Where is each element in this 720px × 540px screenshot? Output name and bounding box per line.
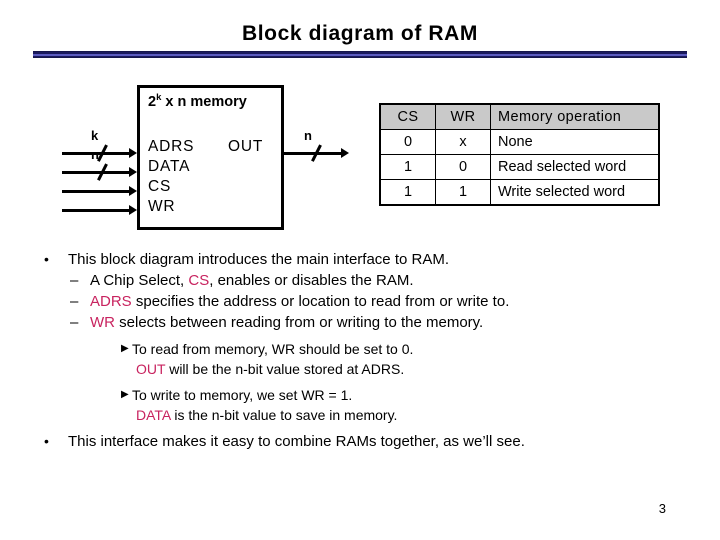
bullet-marker-level3: ▶ [121, 343, 129, 354]
cell-cs: 1 [379, 154, 436, 180]
memory-size-base: 2 [148, 94, 157, 110]
bullet-marker-level3: ▶ [121, 389, 129, 400]
cell-cs: 1 [379, 179, 436, 206]
title-divider [33, 51, 687, 58]
bullet-level3-read: ▶ To read from memory, WR should be set … [0, 339, 720, 359]
bullet-text-post: is the n-bit value to save in memory. [170, 407, 398, 423]
bullet-text: To read from memory, WR should be set to… [132, 341, 414, 357]
bullet-text: This interface makes it easy to combine … [68, 433, 525, 450]
bullet-level3-read-continuation: OUT will be the n-bit value stored at AD… [0, 359, 720, 379]
wire-out [284, 152, 346, 155]
bullet-marker-level2: – [70, 314, 79, 331]
cell-wr: x [435, 129, 491, 155]
bullet-text: To write to memory, we set WR = 1. [132, 387, 353, 403]
bullet-marker-level1: • [44, 251, 49, 267]
arrow-adrs [129, 148, 137, 158]
port-label-cs: CS [148, 178, 172, 195]
arrow-wr [129, 205, 137, 215]
bullet-level2-adrs: – ADRS specifies the address or location … [0, 291, 720, 312]
page-title: Block diagram of RAM [241, 22, 479, 45]
table-row: 1 1 Write selected word [379, 179, 660, 206]
bullet-text-post: , enables or disables the RAM. [209, 272, 414, 289]
arrow-cs [129, 186, 137, 196]
port-label-data: DATA [148, 158, 191, 175]
bus-slash-data [97, 163, 108, 181]
bullet-marker-level2: – [70, 272, 79, 289]
signal-name-adrs: ADRS [90, 293, 132, 310]
bullet-marker-level1: • [44, 433, 49, 449]
title-divider-highlight [33, 54, 687, 56]
signal-name-cs: CS [188, 272, 210, 289]
memory-size-rest: x n memory [161, 94, 247, 110]
column-header-cs: CS [379, 103, 436, 130]
arrow-data [129, 167, 137, 177]
wire-wr [62, 209, 134, 212]
cell-cs: 0 [379, 129, 436, 155]
bullet-level1: • This block diagram introduces the main… [0, 249, 720, 270]
memory-size-exponent: k [156, 92, 162, 104]
port-label-out: OUT [228, 138, 264, 155]
bullet-level3-write: ▶ To write to memory, we set WR = 1. [0, 385, 720, 405]
bullet-text-post: will be the n-bit value stored at ADRS. [165, 361, 405, 377]
bullet-level2-chip-select: – A Chip Select, CS, enables or disables … [0, 270, 720, 291]
port-label-wr: WR [148, 198, 176, 215]
bus-label-adrs: k [91, 128, 99, 143]
column-header-operation: Memory operation [490, 103, 660, 130]
table-row: 0 x None [379, 129, 660, 155]
signal-name-out: OUT [136, 361, 166, 377]
bus-slash-adrs [97, 144, 108, 162]
cell-operation: None [490, 129, 660, 155]
column-header-wr: WR [435, 103, 491, 130]
port-label-adrs: ADRS [148, 138, 195, 155]
table-header-row: CS WR Memory operation [379, 103, 660, 130]
bullet-text-post: specifies the address or location to rea… [131, 293, 510, 310]
wire-cs [62, 190, 134, 193]
bus-label-out: n [304, 128, 312, 143]
table-row: 1 0 Read selected word [379, 154, 660, 180]
page-number: 3 [658, 501, 666, 516]
bullet-level2-wr: – WR selects between reading from or writ… [0, 312, 720, 333]
bullet-level3-write-continuation: DATA is the n-bit value to save in memor… [0, 405, 720, 425]
bullet-marker-level2: – [70, 293, 79, 310]
memory-block-title: 2k x n memory [148, 92, 247, 110]
bus-label-data: n [91, 147, 99, 162]
cell-operation: Read selected word [490, 154, 660, 180]
bullet-text-post: selects between reading from or writing … [115, 314, 484, 331]
slide-body: • This block diagram introduces the main… [0, 249, 720, 452]
cell-operation: Write selected word [490, 179, 660, 206]
memory-operation-table: CS WR Memory operation 0 x None 1 0 Read… [379, 103, 660, 206]
wire-data [62, 171, 134, 174]
bullet-level1-combine: • This interface makes it easy to combin… [0, 431, 720, 452]
signal-name-wr: WR [90, 314, 115, 331]
cell-wr: 1 [435, 179, 491, 206]
cell-wr: 0 [435, 154, 491, 180]
memory-block: 2k x n memory ADRS DATA CS WR OUT [137, 85, 284, 230]
signal-name-data: DATA [136, 407, 171, 423]
bullet-text-pre: A Chip Select, [90, 272, 189, 289]
wire-adrs [62, 152, 134, 155]
bus-slash-out [311, 144, 322, 162]
arrow-out [341, 148, 349, 158]
bullet-text: This block diagram introduces the main i… [68, 251, 449, 268]
